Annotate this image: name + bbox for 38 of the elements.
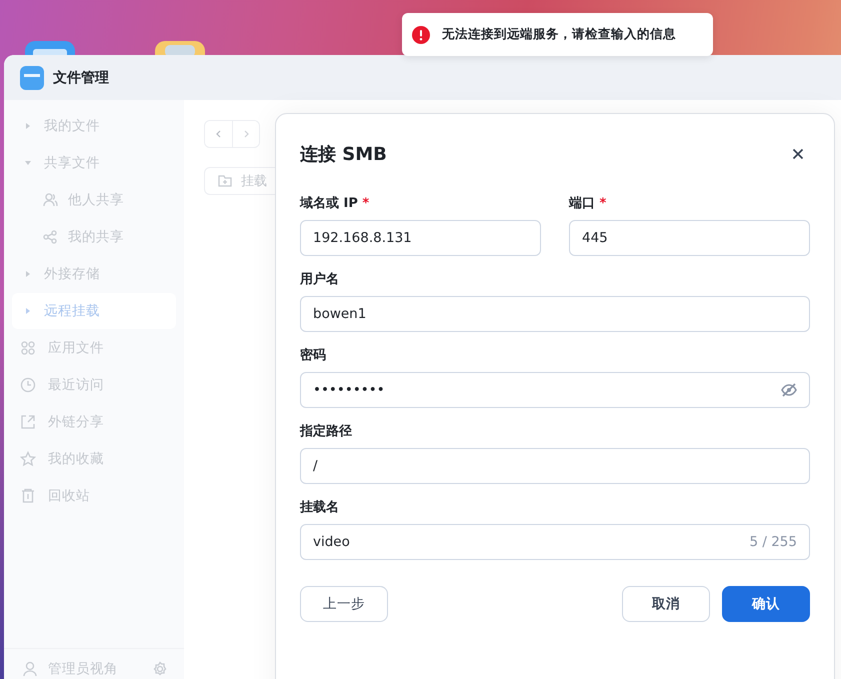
eye-slash-icon — [781, 382, 797, 398]
chevron-left-icon — [214, 129, 224, 139]
notepad-icon[interactable] — [155, 41, 205, 55]
people-icon — [42, 192, 58, 208]
field-label: 域名或 IP * — [300, 195, 370, 212]
field-label: 挂载名 — [300, 499, 340, 516]
close-icon — [792, 148, 804, 160]
window-title: 文件管理 — [53, 68, 109, 86]
field-label: 用户名 — [300, 270, 340, 288]
clock-icon — [20, 377, 36, 393]
error-icon — [412, 26, 430, 44]
character-counter: 5 / 255 — [750, 534, 797, 550]
input-field[interactable]: 192.168.8.131 — [300, 220, 541, 256]
confirm-button[interactable]: 确认 — [722, 586, 810, 622]
input-field[interactable]: bowen1 — [300, 296, 810, 332]
settings-icon — [152, 661, 168, 677]
share-icon — [42, 229, 58, 245]
dialog-title: 连接 SMB — [300, 143, 387, 166]
grid-icon — [20, 340, 36, 356]
toast-message: 无法连接到远端服务，请检查输入的信息 — [442, 26, 676, 43]
input-field[interactable]: / — [300, 448, 810, 484]
add-folder-icon — [217, 173, 233, 189]
folder-icon — [20, 66, 44, 90]
toggle-visibility-button[interactable] — [781, 382, 797, 398]
previous-step-button[interactable]: 上一步 — [300, 586, 388, 622]
user-icon — [22, 661, 38, 677]
star-icon — [20, 451, 36, 467]
trash-icon — [20, 488, 36, 504]
sidebar-item[interactable]: 远程挂载 — [12, 293, 176, 329]
field-label: 密码 — [300, 346, 327, 364]
input-field[interactable]: video 5 / 255 — [300, 524, 810, 560]
field-label: 端口 * — [569, 195, 608, 212]
input-field[interactable]: 445 — [569, 220, 810, 256]
cancel-button[interactable]: 取消 — [622, 586, 710, 622]
field-label: 指定路径 — [300, 422, 353, 440]
external-share-icon — [20, 414, 36, 430]
password-field[interactable]: ••••••••• — [300, 372, 810, 408]
app-icon[interactable] — [25, 41, 75, 55]
